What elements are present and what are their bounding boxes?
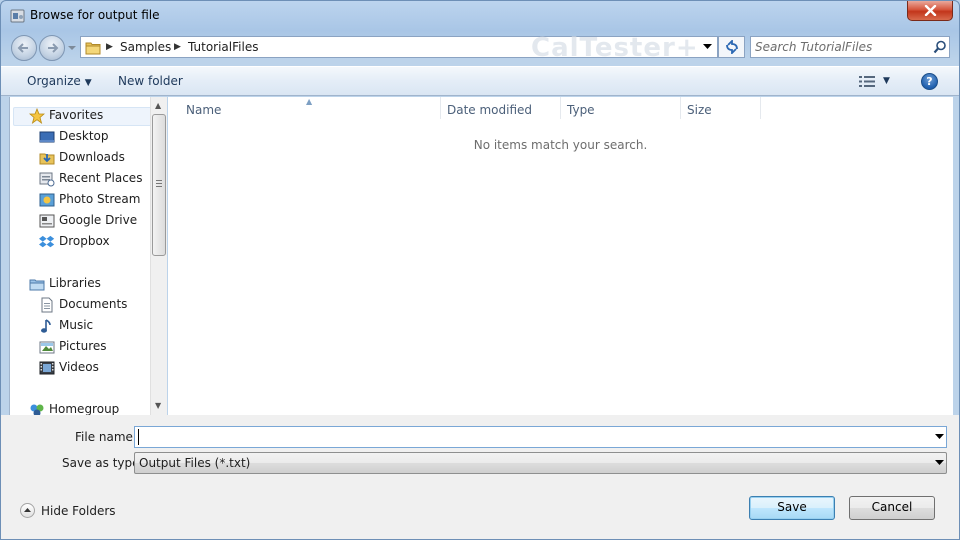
column-divider[interactable] xyxy=(560,97,561,119)
help-button[interactable]: ? xyxy=(921,73,938,90)
nav-favorites-label: Favorites xyxy=(49,108,104,122)
file-name-combobox[interactable] xyxy=(134,426,947,448)
chevron-down-icon[interactable] xyxy=(935,434,944,440)
save-form-area: File name: Save as type: Output Files (*… xyxy=(1,415,959,539)
nav-item-label: Documents xyxy=(59,297,128,311)
nav-item-label: Pictures xyxy=(59,339,107,353)
chevron-down-icon[interactable]: ▼ xyxy=(883,76,890,86)
chevron-up-icon xyxy=(20,503,35,518)
search-input[interactable] xyxy=(755,39,925,55)
navigation-pane: Favorites Desktop Downloads Recent Place… xyxy=(9,97,167,417)
hide-folders-label: Hide Folders xyxy=(41,504,116,518)
nav-item-label: Music xyxy=(59,318,94,332)
column-header-date-modified[interactable]: Date modified xyxy=(447,103,532,117)
close-icon xyxy=(924,5,937,16)
music-note-icon xyxy=(41,319,51,333)
organize-button[interactable]: Organize ▼ xyxy=(27,74,92,88)
folder-icon xyxy=(85,42,101,55)
save-as-type-select[interactable]: Output Files (*.txt) xyxy=(134,452,947,474)
nav-item-label: Google Drive xyxy=(59,213,138,227)
save-as-type-value: Output Files (*.txt) xyxy=(139,456,251,470)
file-list[interactable]: ▲ Name Date modified Type Size No items … xyxy=(168,97,953,415)
sort-ascending-icon: ▲ xyxy=(306,97,313,106)
refresh-icon xyxy=(726,40,738,54)
chevron-down-icon: ▼ xyxy=(84,78,92,88)
window-title: Browse for output file xyxy=(30,8,160,22)
chevron-down-icon xyxy=(935,460,944,465)
column-header-size[interactable]: Size xyxy=(687,103,712,117)
nav-item-label: Photo Stream xyxy=(59,192,141,206)
recent-places-icon xyxy=(39,172,55,187)
nav-item-label: Videos xyxy=(59,360,99,374)
close-button[interactable] xyxy=(907,1,953,21)
view-options-icon[interactable] xyxy=(859,75,875,88)
star-icon xyxy=(29,108,45,124)
nav-item-label: Dropbox xyxy=(59,234,110,248)
nav-item-label: Desktop xyxy=(59,129,109,143)
column-divider[interactable] xyxy=(760,97,761,119)
google-drive-icon xyxy=(39,214,55,228)
nav-item-label: Downloads xyxy=(59,150,125,164)
title-bar: Browse for output file xyxy=(1,1,959,31)
address-bar[interactable]: ▶ Samples ▶ TutorialFiles CalTester+ xyxy=(80,33,718,63)
back-button[interactable] xyxy=(11,35,37,61)
file-name-label: File name: xyxy=(75,430,137,444)
navigation-scrollbar[interactable]: ▲ ▼ xyxy=(150,97,167,415)
scroll-down-icon[interactable]: ▼ xyxy=(155,401,161,410)
organize-label: Organize xyxy=(27,74,81,88)
breadcrumb-separator-icon[interactable]: ▶ xyxy=(106,42,113,52)
desktop-icon xyxy=(39,131,55,143)
save-as-type-label: Save as type: xyxy=(62,456,144,470)
column-header-type[interactable]: Type xyxy=(567,103,595,117)
photo-stream-icon xyxy=(39,193,55,207)
column-header-name[interactable]: Name xyxy=(186,103,221,117)
command-bar: Organize ▼ New folder ▼ ? xyxy=(1,66,959,96)
empty-folder-message: No items match your search. xyxy=(473,138,648,152)
column-divider[interactable] xyxy=(440,97,441,119)
recent-pages-dropdown-icon[interactable] xyxy=(67,43,77,53)
arrow-right-icon xyxy=(48,43,59,53)
new-folder-button[interactable]: New folder xyxy=(118,74,183,88)
forward-button[interactable] xyxy=(39,35,65,61)
dialog-window: Browse for output file ▶ Samples ▶ Tutor… xyxy=(0,0,960,540)
breadcrumb-samples[interactable]: Samples xyxy=(120,40,171,54)
scrollbar-thumb[interactable] xyxy=(152,114,166,256)
chevron-down-icon[interactable] xyxy=(703,44,712,50)
grip-icon xyxy=(156,180,162,187)
app-icon xyxy=(10,9,25,23)
libraries-icon xyxy=(29,279,45,291)
save-button[interactable]: Save xyxy=(749,496,835,520)
documents-icon xyxy=(41,297,53,313)
column-divider[interactable] xyxy=(680,97,681,119)
search-icon[interactable] xyxy=(933,40,947,54)
search-box[interactable] xyxy=(750,36,950,58)
pictures-icon xyxy=(39,341,55,354)
refresh-button[interactable] xyxy=(718,36,745,58)
videos-icon xyxy=(39,361,55,375)
file-name-input[interactable] xyxy=(138,429,923,445)
nav-homegroup-label: Homegroup xyxy=(49,402,120,416)
breadcrumb-separator-icon[interactable]: ▶ xyxy=(174,42,181,52)
scroll-up-icon[interactable]: ▲ xyxy=(155,101,161,110)
downloads-folder-icon xyxy=(39,153,55,165)
breadcrumb-tutorialfiles[interactable]: TutorialFiles xyxy=(188,40,258,54)
nav-item-label: Recent Places xyxy=(59,171,143,185)
app-watermark: CalTester+ xyxy=(531,33,699,63)
dropbox-icon xyxy=(39,235,55,248)
arrow-left-icon xyxy=(17,43,28,53)
cancel-button[interactable]: Cancel xyxy=(849,496,935,520)
nav-libraries-label: Libraries xyxy=(49,276,101,290)
